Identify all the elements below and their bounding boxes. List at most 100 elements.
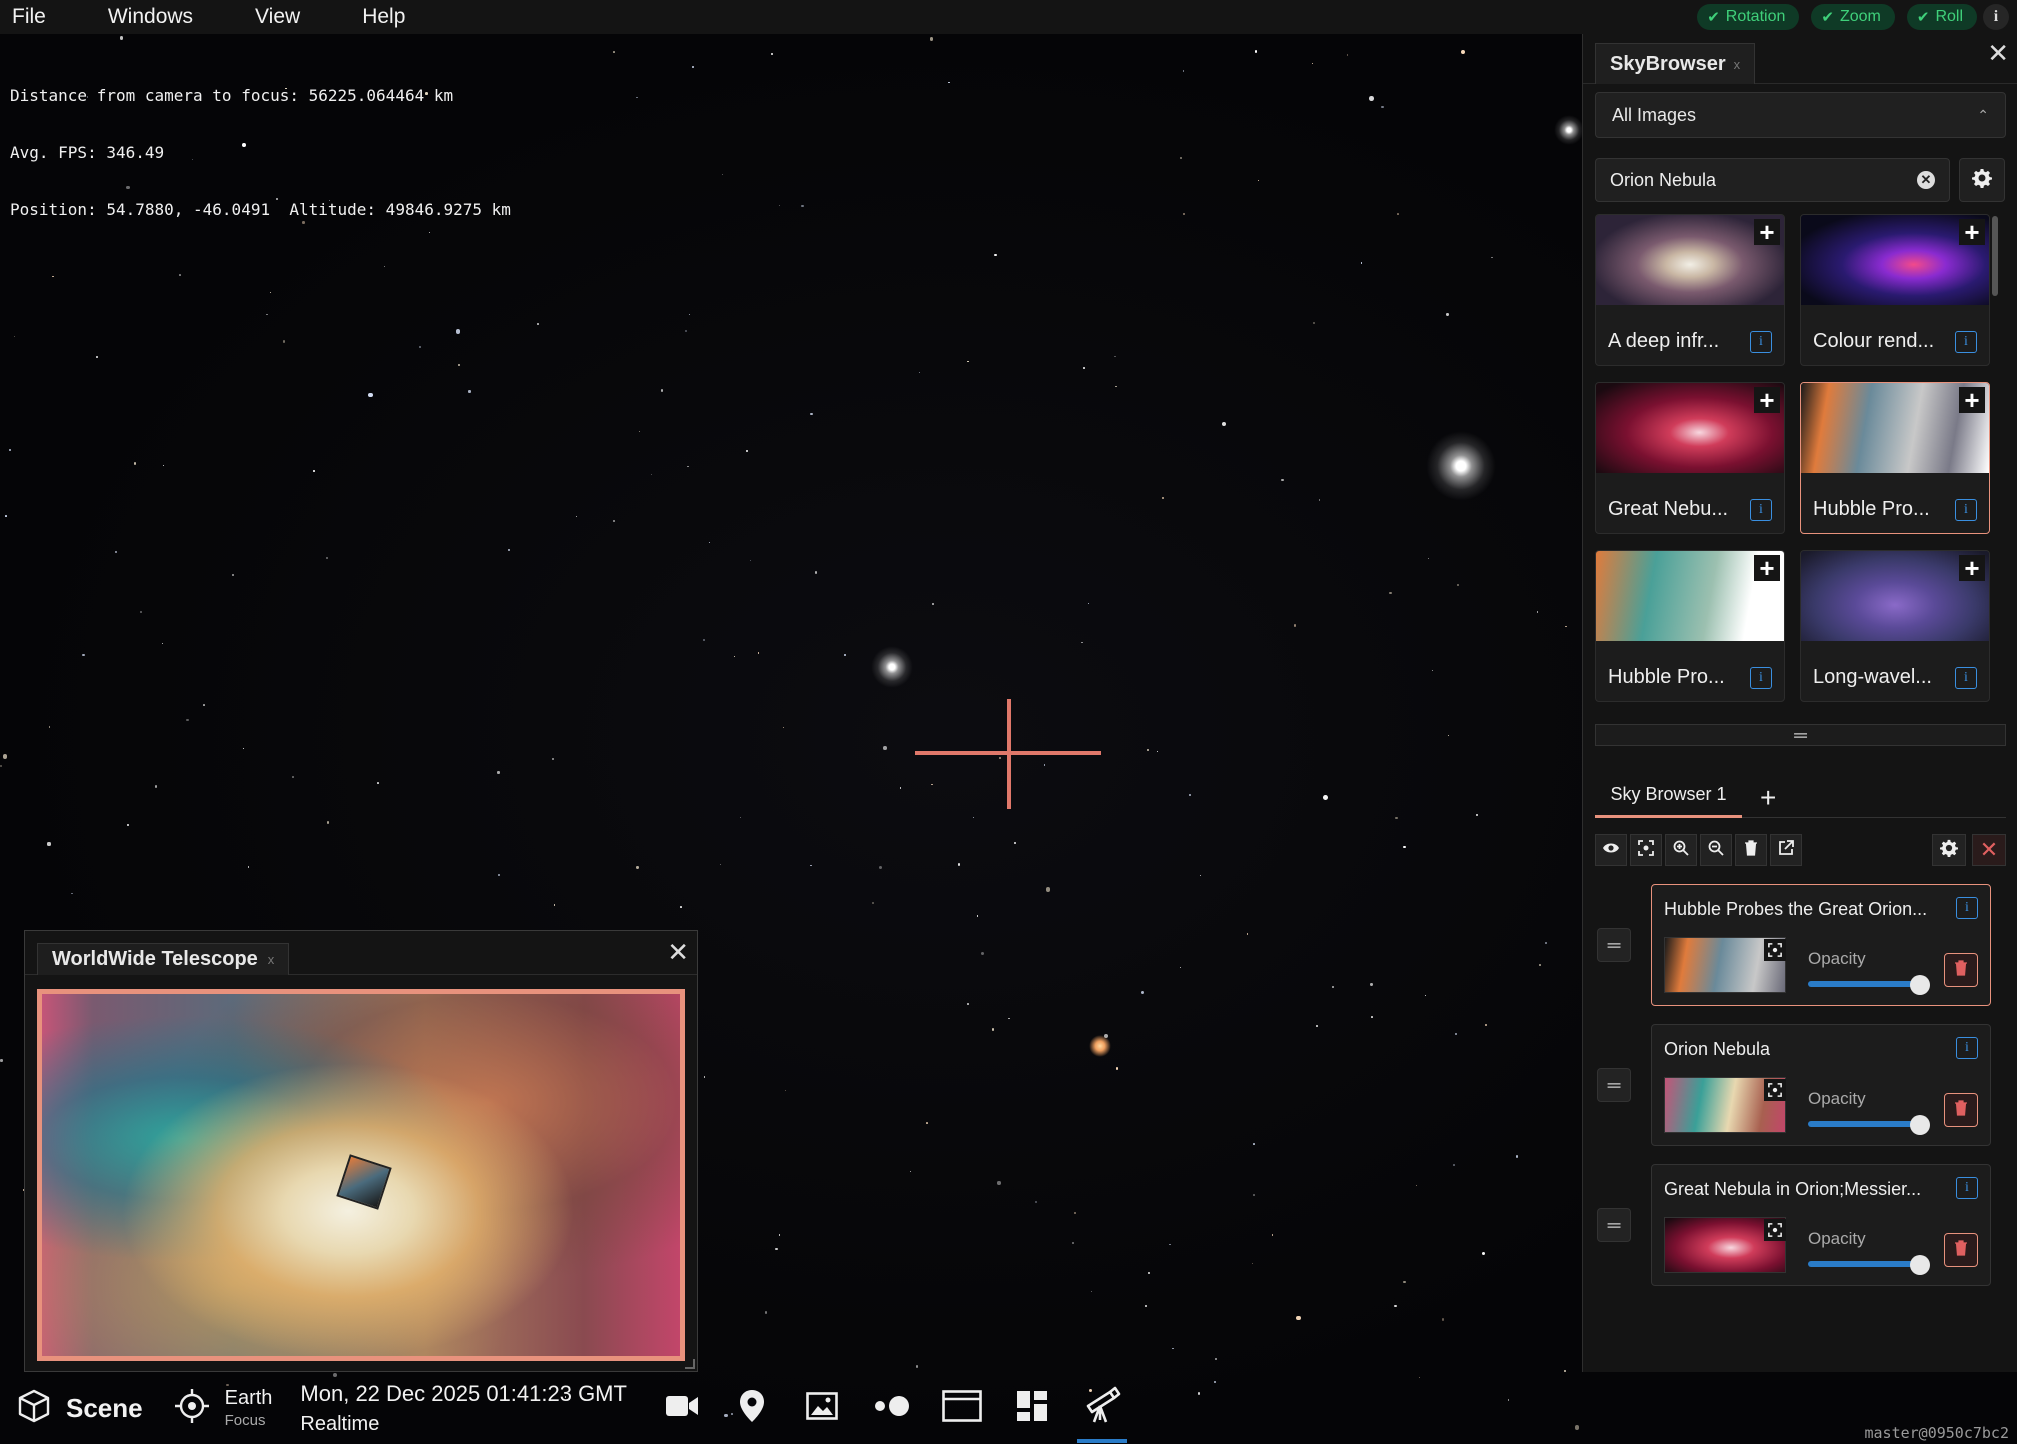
delete-layer-button[interactable]: [1944, 953, 1978, 987]
images-tool-button[interactable]: [797, 1373, 847, 1443]
open-external-button[interactable]: [1770, 834, 1802, 866]
skybrowser-tool-button[interactable]: [1076, 1373, 1127, 1443]
image-layer[interactable]: Orion Nebula i Opacity: [1651, 1024, 1991, 1146]
add-icon[interactable]: +: [1959, 219, 1985, 245]
tab-sky-browser-1[interactable]: Sky Browser 1: [1595, 774, 1742, 818]
image-result-card[interactable]: + A deep infr... i: [1595, 214, 1785, 366]
star: [266, 313, 269, 316]
add-icon[interactable]: +: [1959, 387, 1985, 413]
opacity-slider-handle[interactable]: [1910, 1115, 1930, 1135]
zoom-out-button[interactable]: [1700, 834, 1732, 866]
window-tool-button[interactable]: [937, 1373, 987, 1443]
add-icon[interactable]: +: [1754, 555, 1780, 581]
time-button[interactable]: Mon, 22 Dec 2025 01:41:23 GMT Realtime: [300, 1381, 627, 1436]
camera-tool-button[interactable]: [657, 1373, 707, 1443]
image-result-card[interactable]: + Colour rend... i: [1800, 214, 1990, 366]
close-icon[interactable]: ✕: [1987, 38, 2009, 69]
star: [771, 53, 774, 56]
info-icon[interactable]: i: [1955, 331, 1977, 353]
star: [47, 842, 51, 846]
add-browser-icon[interactable]: +: [1760, 782, 1776, 814]
star: [746, 450, 748, 452]
roll-toggle[interactable]: ✔ Roll: [1906, 4, 1977, 30]
zoom-toggle[interactable]: ✔ Zoom: [1811, 4, 1895, 30]
image-result-card[interactable]: + Hubble Pro... i: [1800, 382, 1990, 534]
menu-file[interactable]: File: [0, 5, 70, 29]
image-filter-select[interactable]: All Images ⌃: [1595, 92, 2006, 138]
opacity-slider[interactable]: [1808, 1121, 1920, 1127]
search-input[interactable]: [1610, 169, 1890, 191]
focus-target-icon[interactable]: [1764, 1079, 1786, 1101]
focus-target-icon[interactable]: [1764, 939, 1786, 961]
image-layer[interactable]: Hubble Probes the Great Orion... i Opacity: [1651, 884, 1991, 1006]
menu-windows[interactable]: Windows: [96, 5, 217, 29]
info-icon[interactable]: i: [1955, 499, 1977, 521]
scene-button[interactable]: Scene: [16, 1388, 143, 1429]
remove-browser-button[interactable]: ✕: [1972, 834, 2006, 866]
star: [127, 823, 130, 826]
info-icon[interactable]: i: [1955, 667, 1977, 689]
info-icon[interactable]: i: [1956, 897, 1978, 919]
resize-handle[interactable]: [685, 1359, 695, 1369]
info-icon[interactable]: i: [1956, 1177, 1978, 1199]
drag-handle-icon[interactable]: ═: [1597, 1208, 1631, 1242]
remove-all-layers-button[interactable]: [1735, 834, 1767, 866]
dashboard-tool-button[interactable]: [1007, 1373, 1057, 1443]
wwt-tab[interactable]: WorldWide Telescope x: [37, 943, 290, 975]
search-settings-button[interactable]: [1959, 158, 2005, 202]
focus-target-icon[interactable]: [1764, 1219, 1786, 1241]
results-scrollbar[interactable]: [1992, 216, 1998, 296]
info-icon[interactable]: i: [1956, 1037, 1978, 1059]
image-result-card[interactable]: + Hubble Pro... i: [1595, 550, 1785, 702]
skybrowser-tab[interactable]: SkyBrowser x: [1595, 43, 1756, 84]
navigation-tool-button[interactable]: [727, 1373, 777, 1443]
exoplanets-tool-button[interactable]: [867, 1373, 917, 1443]
tab-close-icon[interactable]: x: [268, 952, 275, 967]
opacity-slider[interactable]: [1808, 981, 1920, 987]
rotation-toggle[interactable]: ✔ Rotation: [1697, 4, 1800, 30]
delete-layer-button[interactable]: [1944, 1093, 1978, 1127]
close-icon[interactable]: ✕: [667, 937, 689, 968]
tab-close-icon[interactable]: x: [1734, 57, 1741, 72]
panel-resize-handle[interactable]: ═: [1595, 724, 2006, 746]
info-icon[interactable]: i: [1983, 4, 2009, 30]
image-layer[interactable]: Great Nebula in Orion;Messier... i Opacity: [1651, 1164, 1991, 1286]
star: [384, 265, 386, 267]
info-icon[interactable]: i: [1750, 499, 1772, 521]
wwt-image-view[interactable]: [37, 989, 685, 1361]
star: [115, 551, 117, 553]
image-result-card[interactable]: + Great Nebu... i: [1595, 382, 1785, 534]
info-icon[interactable]: i: [1750, 331, 1772, 353]
gear-icon: [1972, 168, 1992, 193]
drag-handle-icon[interactable]: ═: [1597, 928, 1631, 962]
star: [232, 573, 235, 576]
star: [636, 96, 638, 98]
menu-help[interactable]: Help: [350, 5, 429, 29]
menu-view[interactable]: View: [243, 5, 324, 29]
search-field[interactable]: ✕: [1595, 158, 1950, 202]
add-icon[interactable]: +: [1754, 219, 1780, 245]
star: [455, 328, 461, 334]
add-icon[interactable]: +: [1754, 387, 1780, 413]
star: [1395, 816, 1398, 820]
toolbar: [657, 1373, 1127, 1443]
look-at-target-button[interactable]: [1630, 834, 1662, 866]
clear-search-icon[interactable]: ✕: [1917, 171, 1935, 189]
opacity-slider-handle[interactable]: [1910, 975, 1930, 995]
toggle-visibility-button[interactable]: [1595, 834, 1627, 866]
star: [1146, 749, 1150, 752]
opacity-slider[interactable]: [1808, 1261, 1920, 1267]
add-icon[interactable]: +: [1959, 555, 1985, 581]
cube-icon: [16, 1388, 52, 1429]
zoom-in-button[interactable]: [1665, 834, 1697, 866]
info-icon[interactable]: i: [1750, 667, 1772, 689]
opacity-slider-handle[interactable]: [1910, 1255, 1930, 1275]
star: [815, 571, 818, 574]
image-result-card[interactable]: + Long-wavel... i: [1800, 550, 1990, 702]
browser-settings-button[interactable]: [1932, 834, 1966, 866]
focus-button[interactable]: Earth Focus: [173, 1387, 272, 1430]
star: [1539, 964, 1541, 966]
drag-handle-icon[interactable]: ═: [1597, 1068, 1631, 1102]
delete-layer-button[interactable]: [1944, 1233, 1978, 1267]
star: [1183, 213, 1185, 216]
